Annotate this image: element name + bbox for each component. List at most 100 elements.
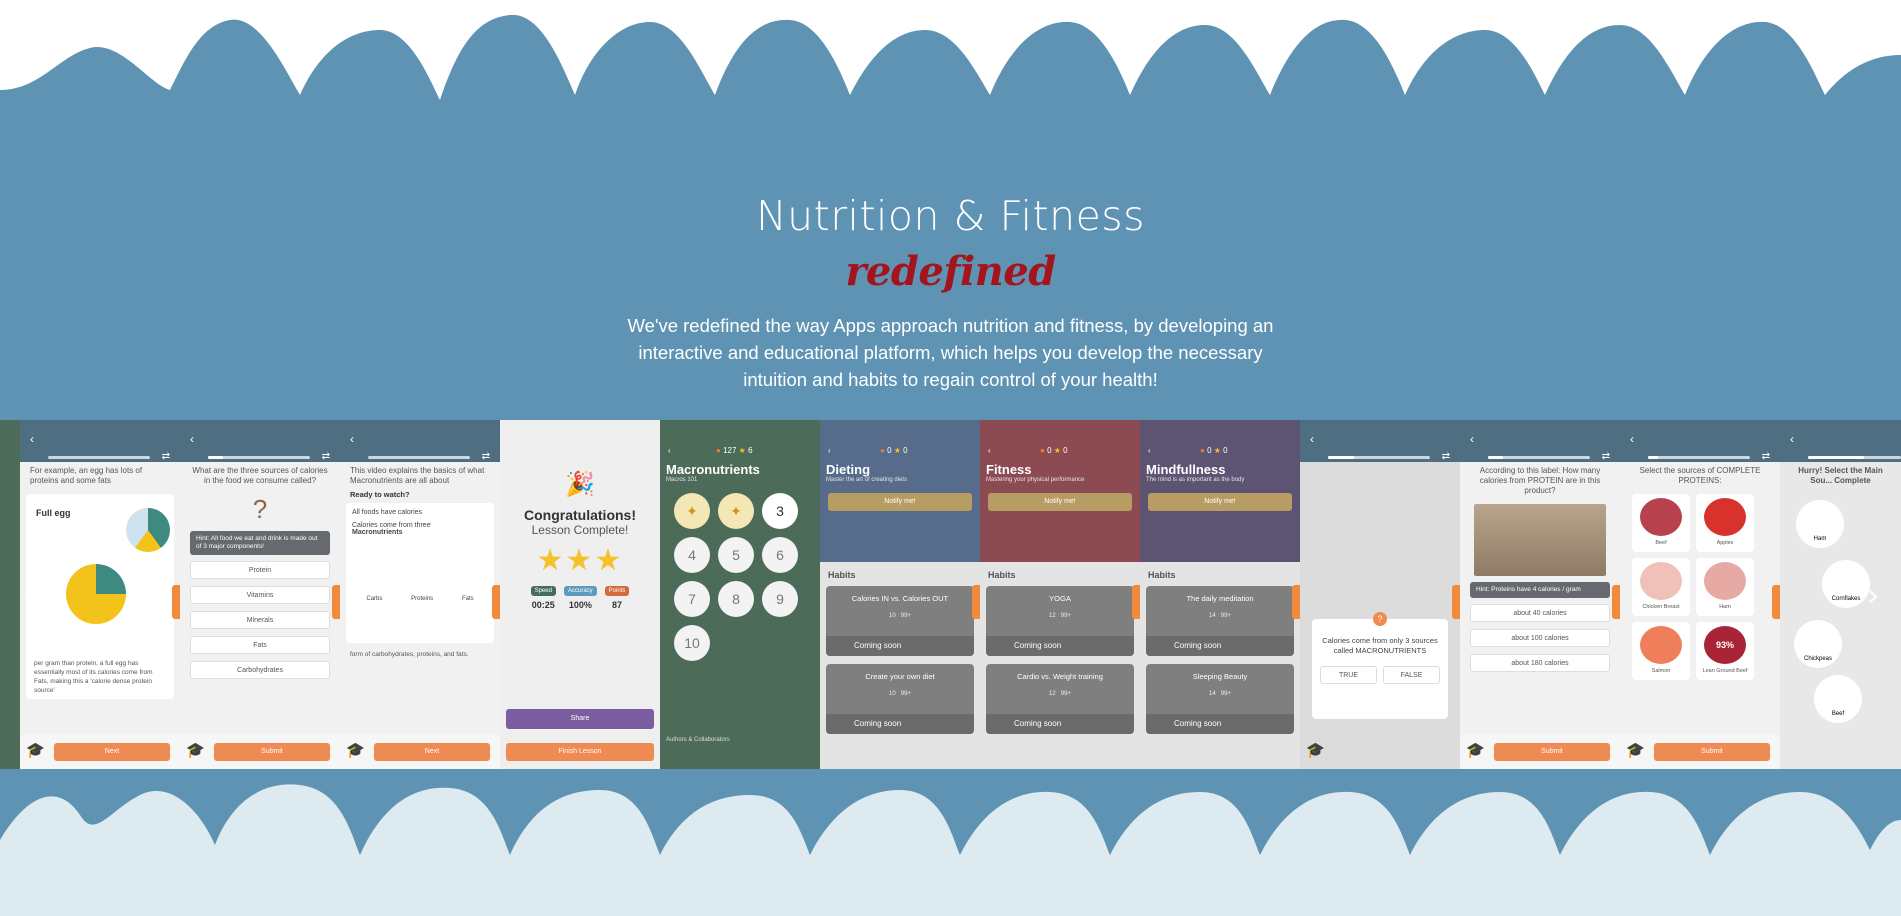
video-text: Calories come from three [352,522,431,529]
submit-button[interactable]: Submit [1654,743,1770,761]
lesson-badge[interactable]: 3 [762,493,798,529]
feedback-tab[interactable] [332,585,340,619]
answer-option[interactable]: Minerals [190,611,330,629]
habit-card[interactable]: Calories IN vs. Calories OUT 10 99+ Coming… [826,586,974,656]
lesson-badge[interactable]: 5 [718,537,754,573]
course-title: Macronutrients [666,462,760,477]
next-button[interactable]: Next [54,743,170,761]
habit-title: YOGA [1049,594,1071,603]
next-button[interactable]: Next [374,743,490,761]
carousel-card-fitness: ‹ ● 0 ★ 0 Fitness Mastering your physica… [980,420,1140,769]
coming-soon-label: Coming soon [826,636,974,656]
answer-option[interactable]: about 180 calories [1470,654,1610,672]
submit-button[interactable]: Submit [214,743,330,761]
food-label: Cornflakes [1831,596,1861,602]
food-option[interactable]: Chickpeas [1794,620,1842,668]
answer-option[interactable]: about 100 calories [1470,629,1610,647]
lesson-badge[interactable]: ✦ [674,493,710,529]
habit-card[interactable]: YOGA 12 99+ Coming soon [986,586,1134,656]
food-label: Ham [1813,536,1827,542]
share-button[interactable]: Share [506,709,654,729]
true-option[interactable]: TRUE [1320,666,1377,684]
food-option[interactable]: Beef [1632,494,1690,552]
carousel-next-button[interactable]: › [1860,575,1886,615]
back-icon: ‹ [350,432,354,446]
feedback-tab[interactable] [972,585,980,619]
coming-soon-label: Coming soon [826,714,974,734]
notify-button[interactable]: Notify me! [828,493,972,511]
stars-rating: ★★★ [536,544,624,577]
stat-label: Speed [530,586,556,596]
habit-card[interactable]: The daily meditation 14 99+ Coming soon [1146,586,1294,656]
owl-mascot-icon: 🎓 [1466,742,1485,759]
habit-stat: 14 [1209,613,1216,619]
notify-button[interactable]: Notify me! [988,493,1132,511]
feedback-tab[interactable] [492,585,500,619]
food-label: Lean Ground Beef [1702,668,1748,674]
carousel-prev-button[interactable]: ‹ [16,575,42,615]
answer-option[interactable]: Carbohydrates [190,661,330,679]
video-text: All foods have calories [352,509,423,516]
video-player[interactable]: All foods have calories Calories come fr… [346,503,494,643]
coin-icon: ● [1200,446,1205,455]
feedback-tab[interactable] [1452,585,1460,619]
lesson-badge[interactable]: ✦ [718,493,754,529]
answer-option[interactable]: Vitamins [190,586,330,604]
video-label: Carbs [366,596,383,602]
food-option[interactable]: Ham [1796,500,1844,548]
owl-mascot-icon: 🎓 [26,742,45,759]
finish-lesson-button[interactable]: Finish Lesson [506,743,654,761]
answer-option[interactable]: about 40 calories [1470,604,1610,622]
habit-stat: 10 [889,691,896,697]
false-option[interactable]: FALSE [1383,666,1440,684]
food-option[interactable]: Ham [1696,558,1754,616]
settings-icon: ⇄ [1761,451,1770,462]
answer-option[interactable]: Fats [190,636,330,654]
lesson-badge[interactable]: 6 [762,537,798,573]
food-option[interactable]: Chicken Breast [1632,558,1690,616]
coin-count: 0 [1047,446,1052,455]
habit-card[interactable]: Sleeping Beauty 14 99+ Coming soon [1146,664,1294,734]
feedback-tab[interactable] [1292,585,1300,619]
owl-mascot-icon: 🎓 [346,742,365,759]
food-option[interactable]: 93% Lean Ground Beef [1696,622,1754,680]
back-icon: ‹ [668,446,671,455]
lesson-badge[interactable]: 8 [718,581,754,617]
settings-icon: ⇄ [481,451,490,462]
habit-card[interactable]: Create your own diet 10 99+ Coming soon [826,664,974,734]
lesson-grid: ✦ ✦ 3 4 5 6 7 8 9 10 [660,483,820,671]
submit-button[interactable]: Submit [1494,743,1610,761]
food-percent: 93% [1715,640,1734,650]
coming-soon-label: Coming soon [1146,714,1294,734]
coin-count: 0 [1207,446,1212,455]
hero-section: Nutrition & Fitness redefined We've rede… [0,190,1901,393]
feedback-tab[interactable] [1612,585,1620,619]
habit-stat: 99+ [1220,613,1231,619]
lesson-badge[interactable]: 10 [674,625,710,661]
star-count: 0 [903,446,908,455]
habit-card[interactable]: Cardio vs. Weight training 12 99+ Coming s… [986,664,1134,734]
carousel-card-congrats: 🎉 Congratulations! Lesson Complete! ★★★ … [500,420,660,769]
screenshot-carousel[interactable]: ‹ ⇄ For example, an egg has lots of prote… [0,420,1901,769]
lesson-badge[interactable]: 7 [674,581,710,617]
feedback-tab[interactable] [172,585,180,619]
habit-stat: 99+ [1220,691,1231,697]
lesson-badge[interactable]: 9 [762,581,798,617]
coin-count: 0 [887,446,892,455]
habits-heading: Habits [988,570,1016,580]
settings-icon: ⇄ [321,451,330,462]
food-option[interactable]: Apples [1696,494,1754,552]
back-icon: ‹ [1470,432,1474,446]
food-option[interactable]: Beef [1814,675,1862,723]
feedback-tab[interactable] [1132,585,1140,619]
habit-title: Calories IN vs. Calories OUT [851,594,949,603]
chart-label: Full egg [36,508,71,518]
coming-soon-label: Coming soon [986,636,1134,656]
feedback-tab[interactable] [1772,585,1780,619]
lesson-badge[interactable]: 4 [674,537,710,573]
answer-option[interactable]: Protein [190,561,330,579]
food-label: Salmon [1651,668,1671,674]
food-label: Chicken Breast [1642,604,1680,610]
notify-button[interactable]: Notify me! [1148,493,1292,511]
food-option[interactable]: Salmon [1632,622,1690,680]
